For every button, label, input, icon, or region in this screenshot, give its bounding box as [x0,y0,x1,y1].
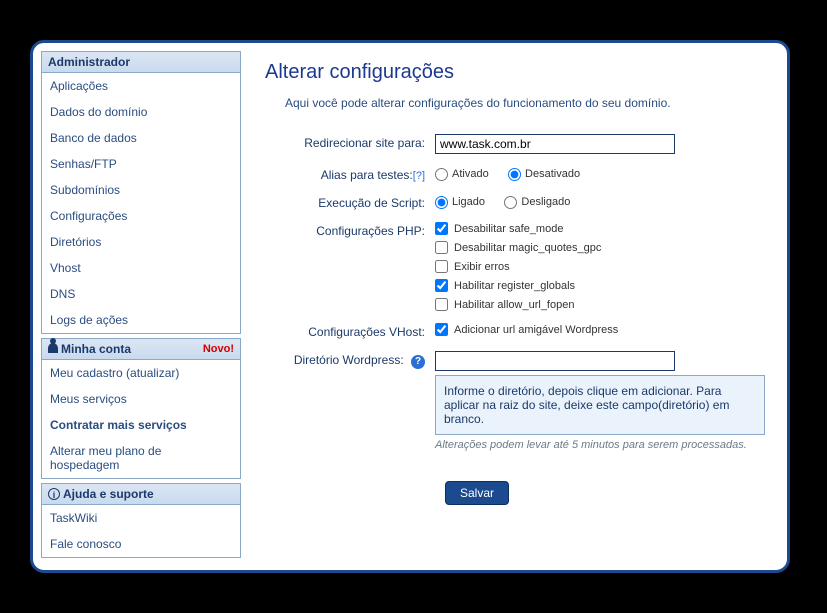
sidebar-item-diret-rios[interactable]: Diretórios [42,229,240,255]
sidebar-item-banco-de-dados[interactable]: Banco de dados [42,125,240,151]
php-checkbox[interactable] [435,279,448,292]
alias-off-radio[interactable] [508,168,521,181]
row-redirect: Redirecionar site para: [265,134,765,154]
label-wpdir: Diretório Wordpress: [294,353,404,367]
row-script: Execução de Script: Ligado Desligado [265,194,765,210]
sidebar-item-logs-de-a-es[interactable]: Logs de ações [42,307,240,333]
alias-help-link[interactable]: [?] [413,170,425,182]
sidebar: Administrador AplicaçõesDados do domínio… [41,51,241,562]
sidebar-help: iAjuda e suporte TaskWikiFale conosco [41,483,241,558]
page-description: Aqui você pode alterar configurações do … [285,96,765,110]
row-alias: Alias para testes:[?] Ativado Desativado [265,166,765,182]
sidebar-item-fale-conosco[interactable]: Fale conosco [42,531,240,557]
label-vhost: Configurações VHost: [265,323,435,339]
sidebar-admin: Administrador AplicaçõesDados do domínio… [41,51,241,334]
main-panel: Administrador AplicaçõesDados do domínio… [30,40,790,573]
script-on-radio[interactable] [435,196,448,209]
sidebar-item-subdom-nios[interactable]: Subdomínios [42,177,240,203]
sidebar-account: Minha conta Novo! Meu cadastro (atualiza… [41,338,241,479]
sidebar-item-dns[interactable]: DNS [42,281,240,307]
sidebar-help-title: Ajuda e suporte [63,487,154,501]
alias-on-radio[interactable] [435,168,448,181]
php-option-desabilitar-magic-quotes-gpc[interactable]: Desabilitar magic_quotes_gpc [435,241,765,254]
script-off-radio[interactable] [504,196,517,209]
php-checkbox[interactable] [435,241,448,254]
processing-note: Alterações podem levar até 5 minutos par… [435,439,765,451]
sidebar-item-contratar-mais-servi-os[interactable]: Contratar mais serviços [42,412,240,438]
row-wpdir: Diretório Wordpress: ? Informe o diretór… [265,351,765,451]
redirect-input[interactable] [435,134,675,154]
php-option-habilitar-allow-url-fopen[interactable]: Habilitar allow_url_fopen [435,298,765,311]
sidebar-item-meu-cadastro-atualizar-[interactable]: Meu cadastro (atualizar) [42,360,240,386]
row-php: Configurações PHP: Desabilitar safe_mode… [265,222,765,311]
wpdir-input[interactable] [435,351,675,371]
page-title: Alterar configurações [265,61,765,84]
sidebar-item-configura-es[interactable]: Configurações [42,203,240,229]
help-icon: i [48,488,60,500]
sidebar-item-meus-servi-os[interactable]: Meus serviços [42,386,240,412]
alias-off-option[interactable]: Desativado [508,168,580,180]
label-script: Execução de Script: [265,194,435,210]
php-checkbox[interactable] [435,222,448,235]
main-content: Alterar configurações Aqui você pode alt… [241,51,783,562]
sidebar-item-dados-do-dom-nio[interactable]: Dados do domínio [42,99,240,125]
script-on-option[interactable]: Ligado [435,196,485,208]
vhost-wordpress-checkbox[interactable] [435,323,448,336]
sidebar-item-aplica-es[interactable]: Aplicações [42,73,240,99]
php-checkbox[interactable] [435,298,448,311]
sidebar-item-alterar-meu-plano-de-hospedagem[interactable]: Alterar meu plano de hospedagem [42,438,240,478]
sidebar-account-title: Minha conta [61,342,131,356]
sidebar-account-header: Minha conta Novo! [42,339,240,360]
row-vhost: Configurações VHost: Adicionar url amigá… [265,323,765,339]
sidebar-admin-header: Administrador [42,52,240,73]
label-redirect: Redirecionar site para: [265,134,435,150]
script-off-option[interactable]: Desligado [504,196,570,208]
person-icon [48,343,58,353]
php-option-habilitar-register-globals[interactable]: Habilitar register_globals [435,279,765,292]
save-button[interactable]: Salvar [445,481,509,505]
question-icon[interactable]: ? [411,355,425,369]
sidebar-admin-title: Administrador [48,55,130,69]
label-php: Configurações PHP: [265,222,435,238]
vhost-wordpress-option[interactable]: Adicionar url amigável Wordpress [435,323,765,336]
new-badge: Novo! [203,343,234,355]
info-box: Informe o diretório, depois clique em ad… [435,375,765,435]
php-option-exibir-erros[interactable]: Exibir erros [435,260,765,273]
php-checkbox[interactable] [435,260,448,273]
alias-on-option[interactable]: Ativado [435,168,489,180]
sidebar-item-taskwiki[interactable]: TaskWiki [42,505,240,531]
label-alias: Alias para testes: [321,168,413,182]
sidebar-help-header: iAjuda e suporte [42,484,240,505]
sidebar-item-vhost[interactable]: Vhost [42,255,240,281]
sidebar-item-senhas-ftp[interactable]: Senhas/FTP [42,151,240,177]
php-option-desabilitar-safe-mode[interactable]: Desabilitar safe_mode [435,222,765,235]
